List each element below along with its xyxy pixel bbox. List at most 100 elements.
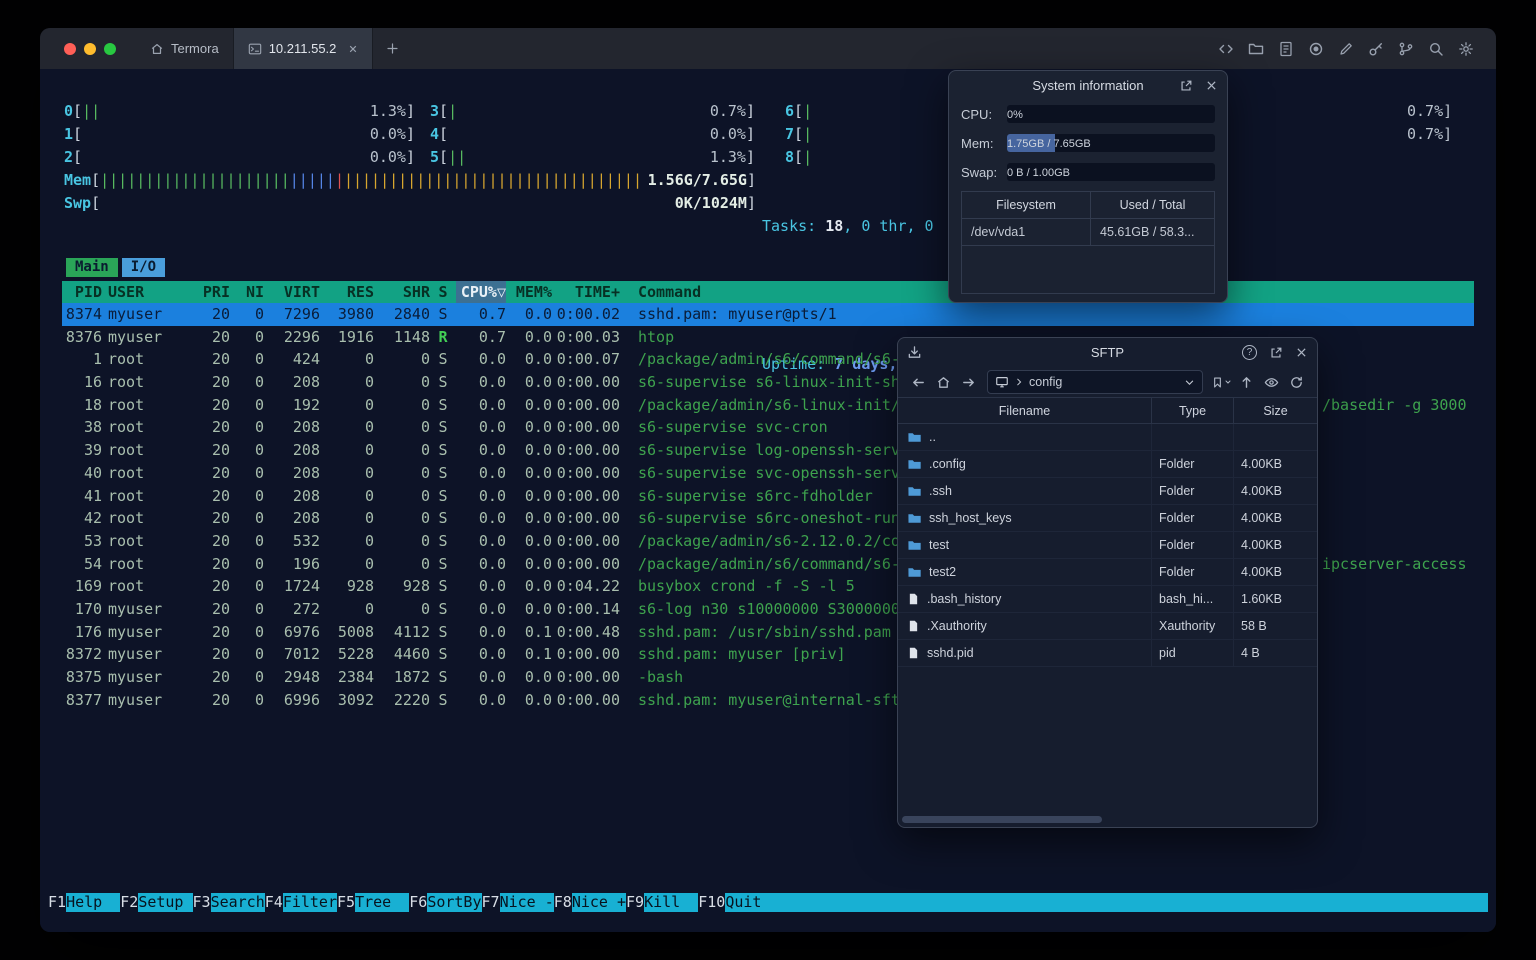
function-key[interactable]: F2 Setup: [120, 893, 193, 912]
column-user[interactable]: USER: [102, 281, 178, 303]
close-icon[interactable]: [1295, 346, 1308, 359]
cell-mem: 0.0: [524, 690, 552, 709]
file-size: 1.60KB: [1233, 586, 1317, 612]
cell-mem: 0.0: [524, 350, 552, 369]
file-row[interactable]: .config Folder 4.00KB: [898, 451, 1317, 478]
column-type[interactable]: Type: [1151, 398, 1233, 423]
refresh-icon[interactable]: [1284, 370, 1309, 394]
cell-ni: 0: [254, 554, 264, 573]
column-size[interactable]: Size: [1233, 398, 1317, 423]
tab-ssh-session[interactable]: 10.211.55.2: [233, 28, 374, 69]
folder-icon[interactable]: [1248, 41, 1264, 57]
path-breadcrumb[interactable]: config: [987, 370, 1203, 394]
transfers-icon[interactable]: [907, 345, 922, 360]
column-ni[interactable]: NI: [230, 281, 264, 303]
cell-user: root: [108, 395, 145, 414]
function-key[interactable]: F9 Kill: [626, 893, 699, 912]
column-virt[interactable]: VIRT: [264, 281, 320, 303]
cell-shr: 0: [420, 441, 430, 460]
file-size: 4.00KB: [1233, 505, 1317, 531]
help-icon[interactable]: ?: [1242, 345, 1257, 360]
file-name: test: [929, 538, 950, 552]
gear-icon[interactable]: [1458, 41, 1474, 57]
function-key[interactable]: F8 Nice +: [554, 893, 626, 912]
column-pid[interactable]: PID: [62, 281, 102, 303]
file-row[interactable]: .Xauthority Xauthority 58 B: [898, 613, 1317, 640]
file-name: .ssh: [929, 484, 952, 498]
column-shr[interactable]: SHR: [374, 281, 430, 303]
code-icon[interactable]: [1218, 41, 1234, 57]
close-icon[interactable]: [1205, 79, 1218, 92]
parent-directory-icon[interactable]: [1234, 370, 1259, 394]
home-icon[interactable]: [931, 370, 956, 394]
htop-screen-tab[interactable]: I/O: [121, 258, 166, 277]
memory-meter-segment: |||||||||||||||||||||: [100, 171, 290, 189]
open-in-window-icon[interactable]: [1269, 346, 1283, 360]
cell-shr: 0: [420, 509, 430, 528]
close-tab-icon[interactable]: [348, 44, 358, 54]
column-filename[interactable]: Filename: [898, 398, 1151, 423]
swap-meter: Swp[0K/1024M]: [64, 194, 756, 212]
cell-state: S: [438, 463, 448, 482]
close-window-button[interactable]: [64, 42, 76, 55]
zoom-window-button[interactable]: [104, 42, 116, 55]
function-key[interactable]: F7 Nice -: [482, 893, 554, 912]
cell-cpu: 0.0: [478, 463, 506, 482]
cell-res: 0: [364, 509, 374, 528]
function-key[interactable]: F5 Tree: [337, 893, 410, 912]
new-tab-button[interactable]: [373, 28, 412, 69]
cell-time: 0:00.00: [556, 418, 620, 437]
column-cpu-sort[interactable]: CPU%▽: [456, 281, 506, 303]
cell-ni: 0: [254, 395, 264, 414]
column-res[interactable]: RES: [320, 281, 374, 303]
function-key[interactable]: F3 Search: [193, 893, 265, 912]
horizontal-scrollbar-thumb[interactable]: [902, 816, 1102, 823]
cell-mem: 0.0: [524, 463, 552, 482]
function-key[interactable]: F4 Filter: [265, 893, 337, 912]
cell-pid: 18: [83, 395, 102, 414]
search-icon[interactable]: [1428, 41, 1444, 57]
function-key[interactable]: F6 SortBy: [409, 893, 482, 912]
function-key[interactable]: F10 Quit: [698, 893, 780, 912]
forward-icon[interactable]: [956, 370, 981, 394]
tab-label: Termora: [171, 41, 219, 56]
htop-screen-tab[interactable]: Main: [66, 258, 118, 277]
minimize-window-button[interactable]: [84, 42, 96, 55]
show-hidden-files-icon[interactable]: [1259, 370, 1284, 394]
file-text-icon[interactable]: [1278, 41, 1294, 57]
column-state[interactable]: S: [430, 281, 456, 303]
cell-ni: 0: [254, 599, 264, 618]
swap-usage-bar: 0 B / 1.00GB: [1007, 163, 1215, 181]
cell-pid: 53: [83, 531, 102, 550]
cell-ni: 0: [254, 645, 264, 664]
column-time[interactable]: TIME+: [552, 281, 620, 303]
file-name-cell: sshd.pid: [898, 640, 1151, 666]
file-type: Folder: [1151, 478, 1233, 504]
chevron-down-icon[interactable]: [1184, 377, 1195, 388]
bookmarks-icon[interactable]: [1209, 370, 1234, 394]
open-in-window-icon[interactable]: [1179, 79, 1193, 93]
file-row[interactable]: ssh_host_keys Folder 4.00KB: [898, 505, 1317, 532]
cell-shr: 2840: [393, 305, 430, 323]
column-pri[interactable]: PRI: [178, 281, 230, 303]
back-icon[interactable]: [906, 370, 931, 394]
file-row[interactable]: sshd.pid pid 4 B: [898, 640, 1317, 667]
file-row[interactable]: .ssh Folder 4.00KB: [898, 478, 1317, 505]
cell-user: root: [108, 486, 145, 505]
tasks-line: Tasks: 18, 0 thr, 0: [762, 217, 943, 235]
file-row[interactable]: ..: [898, 424, 1317, 451]
file-row[interactable]: test2 Folder 4.00KB: [898, 559, 1317, 586]
column-mem[interactable]: MEM%: [506, 281, 552, 303]
pencil-icon[interactable]: [1338, 41, 1354, 57]
record-icon[interactable]: [1308, 41, 1324, 57]
git-branch-icon[interactable]: [1398, 41, 1414, 57]
function-key[interactable]: F1 Help: [48, 893, 121, 912]
cell-res: 1916: [337, 327, 374, 346]
process-row[interactable]: 8374 myuser 20 0 7296 3980 2840 S 0.7 0.…: [62, 303, 1474, 326]
file-row[interactable]: test Folder 4.00KB: [898, 532, 1317, 559]
cell-ni: 0: [254, 441, 264, 460]
file-row[interactable]: .bash_history bash_hi... 1.60KB: [898, 586, 1317, 613]
file-size: 58 B: [1233, 613, 1317, 639]
key-icon[interactable]: [1368, 41, 1384, 57]
tab-termora-home[interactable]: Termora: [136, 28, 234, 69]
